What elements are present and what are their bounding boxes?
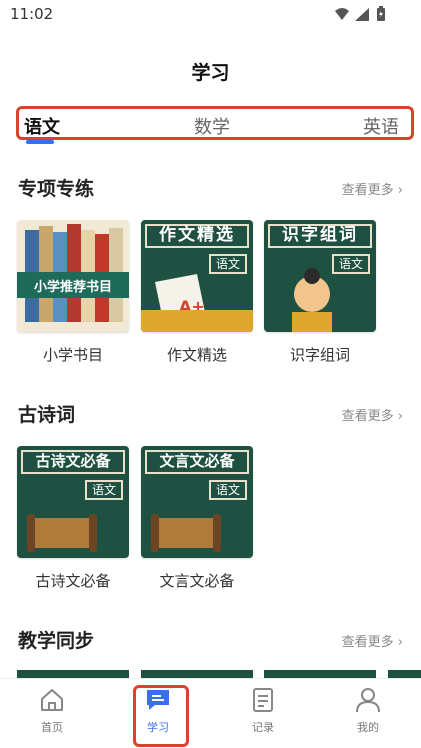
signal-icon — [355, 8, 369, 21]
books-thumbnail: 小学推荐书目 — [17, 220, 129, 332]
poems-thumbnail: 古诗文必备 语文 — [17, 446, 129, 558]
scroll-icon — [27, 514, 97, 552]
status-icons — [335, 6, 385, 21]
card-primary-books[interactable]: 小学推荐书目 小学书目 — [17, 220, 129, 365]
card-label: 古诗文必备 — [35, 572, 111, 590]
section-title: 古诗词 — [18, 404, 76, 426]
battery-icon — [377, 6, 385, 21]
tab-english[interactable]: 英语 — [363, 113, 399, 139]
nav-highlight-box — [133, 685, 189, 747]
record-icon — [253, 688, 273, 712]
status-time: 11:02 — [10, 5, 54, 23]
more-link-label: 查看更多 — [341, 635, 394, 650]
tab-chinese[interactable]: 语文 — [24, 113, 60, 139]
chevron-right-icon: › — [397, 635, 403, 650]
more-link[interactable]: 查看更多 › — [342, 631, 403, 650]
more-link[interactable]: 查看更多 › — [342, 179, 403, 198]
section-title: 专项专练 — [18, 178, 95, 200]
card-ancient-poems[interactable]: 古诗文必备 语文 古诗文必备 — [17, 446, 129, 591]
essay-thumbnail: 作文精选 语文 A+ — [141, 220, 253, 332]
more-link-label: 查看更多 — [341, 409, 394, 424]
chevron-right-icon: › — [397, 183, 403, 198]
classical-thumbnail: 文言文必备 语文 — [141, 446, 253, 558]
nav-label: 首页 — [41, 721, 63, 734]
nav-label: 我的 — [357, 721, 379, 734]
status-bar: 11:02 — [0, 0, 421, 30]
tab-active-indicator — [26, 140, 54, 144]
wifi-icon — [335, 8, 349, 20]
tab-math[interactable]: 数学 — [194, 113, 230, 139]
desk — [141, 310, 253, 332]
chevron-right-icon: › — [397, 409, 403, 424]
nav-label: 记录 — [252, 721, 274, 734]
nav-record[interactable]: 记录 — [233, 687, 293, 735]
nav-home[interactable]: 首页 — [22, 687, 82, 735]
profile-icon — [356, 688, 380, 713]
scroll-icon — [151, 514, 221, 552]
card-label: 文言文必备 — [159, 572, 235, 590]
more-link-label: 查看更多 — [341, 183, 394, 198]
word-thumbnail: 识字组词 语文 — [264, 220, 376, 332]
card-word-building[interactable]: 识字组词 语文 识字组词 — [264, 220, 376, 365]
section-title: 教学同步 — [18, 630, 95, 652]
card-classical-chinese[interactable]: 文言文必备 语文 文言文必备 — [141, 446, 253, 591]
nav-profile[interactable]: 我的 — [338, 687, 398, 735]
page-title: 学习 — [191, 62, 230, 84]
home-icon — [41, 689, 63, 711]
bottom-nav: 首页 学习 记录 我的 — [0, 678, 421, 748]
books-thumb-title: 小学推荐书目 — [33, 280, 112, 295]
card-label: 识字组词 — [289, 346, 350, 364]
card-label: 小学书目 — [42, 346, 103, 364]
student-icon — [292, 268, 332, 332]
card-label: 作文精选 — [166, 346, 227, 364]
card-essay-selection[interactable]: 作文精选 语文 A+ 作文精选 — [141, 220, 253, 365]
subject-tabs: 语文 数学 英语 — [16, 106, 414, 140]
more-link[interactable]: 查看更多 › — [342, 405, 403, 424]
